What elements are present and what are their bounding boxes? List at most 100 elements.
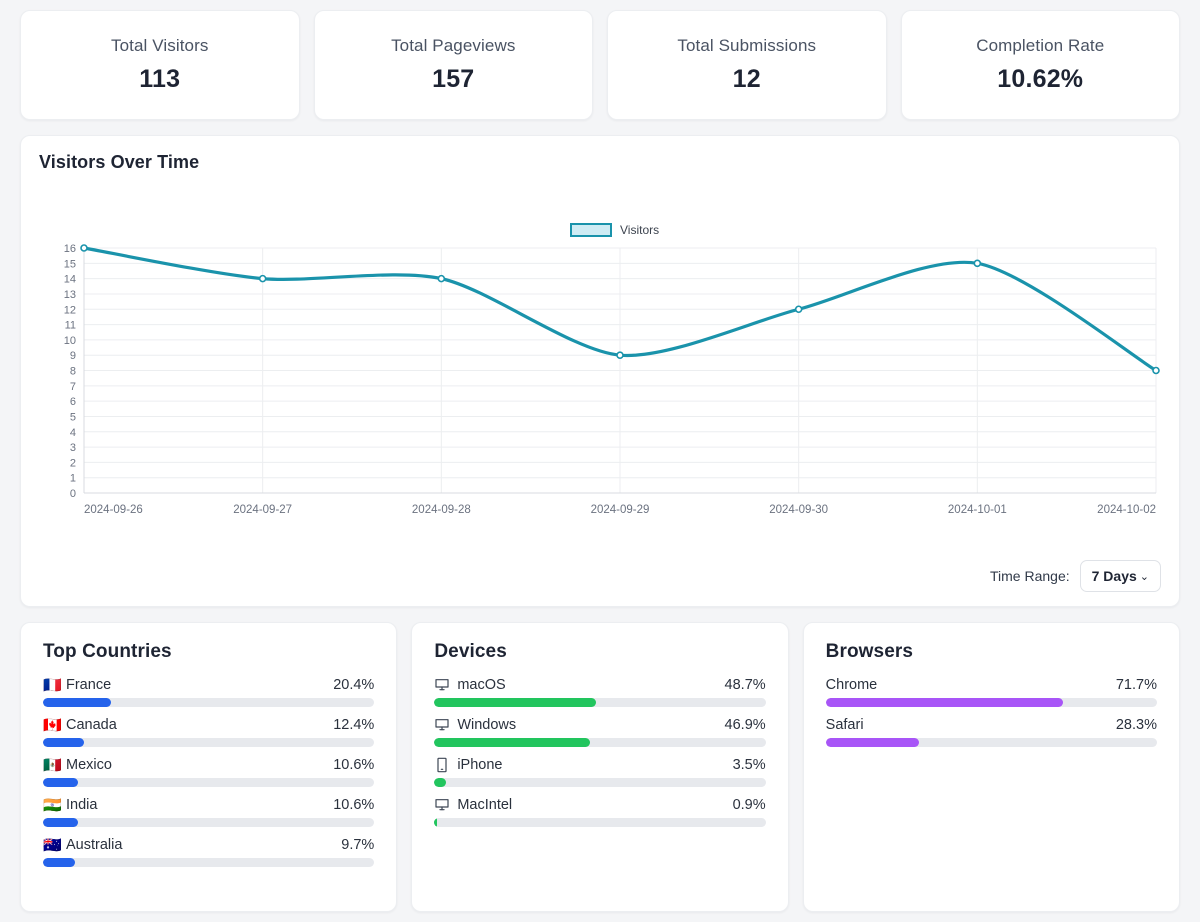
time-range-label: Time Range: [990, 568, 1070, 584]
breakdown-row-head: iPhone3.5% [434, 757, 765, 773]
stat-card: Total Submissions 12 [607, 10, 887, 120]
breakdown-progress-track [43, 698, 374, 707]
stat-card-label: Completion Rate [976, 36, 1104, 56]
breakdown-progress-fill [826, 738, 920, 747]
breakdown-progress-track [434, 738, 765, 747]
breakdown-row: 🇲🇽Mexico10.6% [43, 757, 374, 787]
breakdown-row-head: 🇦🇺Australia9.7% [43, 837, 374, 853]
breakdown-panel: Browsers Chrome71.7% Safari28.3% [803, 622, 1180, 912]
svg-text:11: 11 [65, 320, 76, 332]
flag-glyph: 🇮🇳 [43, 798, 62, 813]
stat-card-value: 10.62% [997, 65, 1083, 94]
breakdown-progress-fill [826, 698, 1064, 707]
breakdown-row-percent: 48.7% [725, 677, 766, 693]
svg-text:2024-09-30: 2024-09-30 [769, 504, 828, 516]
time-range-value: 7 Days [1092, 568, 1137, 584]
stat-card-value: 12 [733, 65, 761, 94]
breakdown-progress-track [434, 698, 765, 707]
svg-text:8: 8 [70, 366, 76, 378]
visitors-chart-card: Visitors Over Time Visitors 161514131211… [20, 135, 1180, 607]
breakdown-row: 🇦🇺Australia9.7% [43, 837, 374, 867]
svg-text:2024-09-28: 2024-09-28 [412, 504, 471, 516]
breakdown-row-percent: 71.7% [1116, 677, 1157, 693]
svg-text:2024-09-27: 2024-09-27 [233, 504, 292, 516]
breakdown-progress-fill [43, 738, 84, 747]
flag-mexico: 🇲🇽 [43, 758, 66, 773]
breakdown-row-head: 🇲🇽Mexico10.6% [43, 757, 374, 773]
flag-australia: 🇦🇺 [43, 838, 66, 853]
stat-card-value: 157 [432, 65, 474, 94]
stat-card-label: Total Submissions [677, 36, 816, 56]
phone-icon [434, 757, 457, 773]
breakdown-row: 🇮🇳India10.6% [43, 797, 374, 827]
breakdown-row-percent: 46.9% [725, 717, 766, 733]
stat-card-label: Total Pageviews [391, 36, 515, 56]
flag-glyph: 🇨🇦 [43, 718, 62, 733]
breakdown-row-name: Safari [826, 717, 1116, 733]
breakdown-row-name: Mexico [66, 757, 333, 773]
breakdown-row-head: MacIntel0.9% [434, 797, 765, 813]
flag-india: 🇮🇳 [43, 798, 66, 813]
dashboard-page: Total Visitors113Total Pageviews157Total… [0, 0, 1200, 912]
panel-title: Browsers [826, 641, 1157, 663]
time-range-control: Time Range: 7 Days ⌄ [990, 560, 1161, 592]
breakdown-row-head: 🇮🇳India10.6% [43, 797, 374, 813]
flag-glyph: 🇫🇷 [43, 678, 62, 693]
stat-card: Completion Rate 10.62% [901, 10, 1181, 120]
breakdown-row-head: macOS48.7% [434, 677, 765, 693]
breakdown-row: Windows46.9% [434, 717, 765, 747]
summary-stats-row: Total Visitors113Total Pageviews157Total… [20, 10, 1180, 120]
svg-text:1: 1 [70, 473, 76, 485]
breakdown-row-name: India [66, 797, 333, 813]
breakdown-row: Safari28.3% [826, 717, 1157, 747]
svg-text:2024-10-02: 2024-10-02 [1097, 504, 1156, 516]
desktop-icon [434, 677, 457, 693]
breakdown-row-head: Chrome71.7% [826, 677, 1157, 693]
time-range-select[interactable]: 7 Days ⌄ [1080, 560, 1161, 592]
breakdown-progress-fill [43, 778, 78, 787]
breakdown-row-name: Australia [66, 837, 341, 853]
breakdown-row-name: France [66, 677, 333, 693]
breakdown-row-head: Windows46.9% [434, 717, 765, 733]
breakdown-row-head: 🇫🇷 France20.4% [43, 677, 374, 693]
chart-title: Visitors Over Time [39, 152, 1161, 173]
svg-text:4: 4 [70, 427, 76, 439]
breakdown-row-percent: 20.4% [333, 677, 374, 693]
breakdown-progress-fill [434, 738, 589, 747]
svg-text:2024-10-01: 2024-10-01 [948, 504, 1007, 516]
breakdown-progress-track [43, 818, 374, 827]
panel-title: Top Countries [43, 641, 374, 663]
breakdown-row-name: Windows [457, 717, 724, 733]
breakdown-row: iPhone3.5% [434, 757, 765, 787]
svg-text:9: 9 [70, 350, 76, 362]
breakdown-row-percent: 3.5% [733, 757, 766, 773]
breakdown-row: 🇨🇦 Canada12.4% [43, 717, 374, 747]
svg-text:7: 7 [70, 381, 76, 393]
breakdown-progress-track [43, 778, 374, 787]
stat-card-label: Total Visitors [111, 36, 208, 56]
breakdown-progress-fill [43, 818, 78, 827]
svg-text:6: 6 [70, 396, 76, 408]
svg-text:15: 15 [64, 258, 76, 270]
svg-text:2024-09-29: 2024-09-29 [591, 504, 650, 516]
svg-text:12: 12 [64, 304, 76, 316]
breakdown-row-head: 🇨🇦 Canada12.4% [43, 717, 374, 733]
panel-title: Devices [434, 641, 765, 663]
breakdown-row-name: Chrome [826, 677, 1116, 693]
breakdown-row-name: MacIntel [457, 797, 732, 813]
flag-glyph: 🇲🇽 [43, 758, 62, 773]
flag-glyph: 🇦🇺 [43, 838, 62, 853]
svg-text:2024-09-26: 2024-09-26 [84, 504, 143, 516]
breakdown-progress-fill [43, 698, 111, 707]
breakdown-progress-track [43, 858, 374, 867]
breakdown-row-percent: 12.4% [333, 717, 374, 733]
breakdown-progress-fill [43, 858, 75, 867]
breakdown-panel: Top Countries 🇫🇷 France20.4% 🇨🇦 Canada12.4% 🇲… [20, 622, 397, 912]
breakdown-panel: Devices macOS48.7% Windows46.9% iPhone3.5% M… [411, 622, 788, 912]
breakdown-row: macOS48.7% [434, 677, 765, 707]
flag-france: 🇫🇷 [43, 678, 66, 693]
svg-text:0: 0 [70, 488, 76, 500]
svg-text:5: 5 [70, 411, 76, 423]
breakdown-row-name: Canada [66, 717, 333, 733]
breakdown-progress-fill [434, 818, 437, 827]
